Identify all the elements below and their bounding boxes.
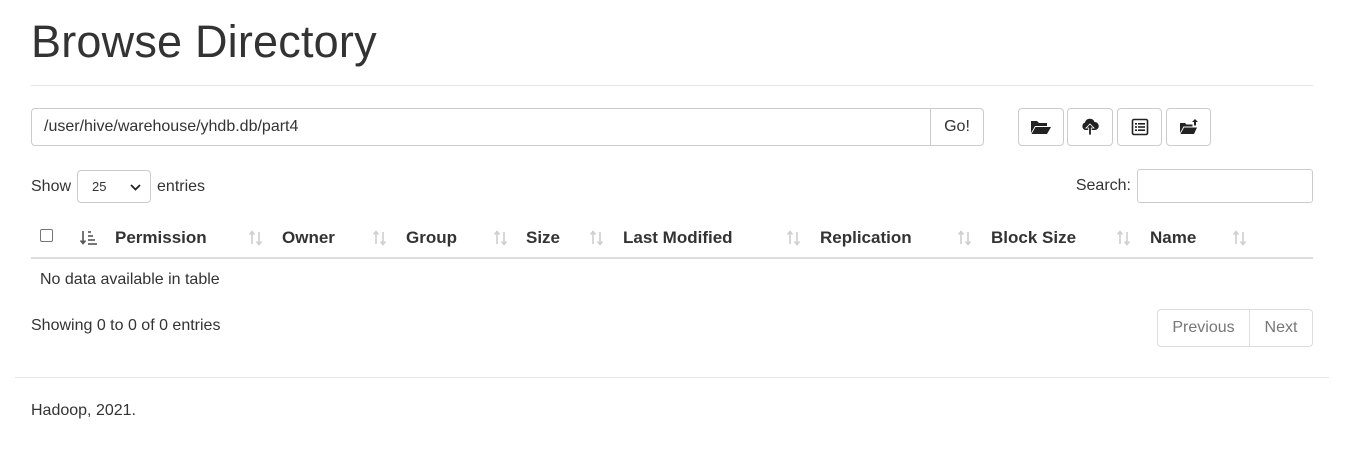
entries-label: entries	[157, 177, 206, 195]
path-bar: Go!	[31, 108, 984, 146]
sort-icon[interactable]	[957, 218, 973, 257]
column-header-last-modified[interactable]: Last Modified	[623, 218, 733, 257]
sort-icon[interactable]	[1232, 218, 1248, 257]
footer-text: Hadoop, 2021.	[31, 402, 136, 419]
column-header-replication[interactable]: Replication	[820, 218, 912, 257]
cloud-upload-icon	[1080, 118, 1100, 136]
column-header-owner[interactable]: Owner	[282, 218, 335, 257]
select-all-checkbox[interactable]	[40, 229, 53, 242]
search-input[interactable]	[1137, 169, 1313, 203]
search-label: Search:	[1075, 177, 1131, 194]
page-length-value: 25	[92, 179, 107, 194]
sort-icon[interactable]	[786, 218, 802, 257]
pagination: Previous Next	[1157, 309, 1313, 347]
previous-button[interactable]: Previous	[1157, 309, 1250, 347]
sort-icon[interactable]	[589, 218, 605, 257]
title-divider	[31, 85, 1313, 86]
page-title: Browse Directory	[31, 16, 377, 67]
sort-icon[interactable]	[1116, 218, 1132, 257]
folder-open-icon	[1030, 118, 1052, 136]
list-alt-icon	[1131, 118, 1149, 136]
page-length-control: Show 25 entries	[31, 170, 205, 203]
cut-paste-button[interactable]	[1117, 108, 1162, 146]
column-header-permission[interactable]: Permission	[115, 218, 207, 257]
table-empty-row: No data available in table	[31, 260, 1313, 300]
table-header: Permission Owner Group Size Last Modifie…	[31, 218, 1313, 259]
folder-upload-icon	[1179, 118, 1199, 136]
column-header-block-size[interactable]: Block Size	[991, 218, 1076, 257]
move-directory-button[interactable]	[1166, 108, 1211, 146]
sort-icon[interactable]	[248, 218, 264, 257]
sort-icon[interactable]	[493, 218, 509, 257]
create-directory-button[interactable]	[1018, 108, 1064, 146]
path-input[interactable]	[31, 108, 930, 146]
search-control: Search:	[1076, 169, 1313, 203]
upload-files-button[interactable]	[1067, 108, 1113, 146]
sort-asc-icon[interactable]	[80, 218, 98, 257]
column-header-size[interactable]: Size	[526, 218, 560, 257]
chevron-down-icon	[130, 179, 141, 194]
column-header-name[interactable]: Name	[1150, 218, 1196, 257]
sort-icon[interactable]	[372, 218, 388, 257]
empty-message: No data available in table	[40, 271, 220, 288]
show-label: Show	[31, 177, 72, 195]
go-button[interactable]: Go!	[930, 108, 984, 146]
table-info: Showing 0 to 0 of 0 entries	[31, 317, 221, 334]
page-length-select[interactable]: 25	[77, 170, 152, 203]
column-header-group[interactable]: Group	[406, 218, 457, 257]
next-button[interactable]: Next	[1250, 309, 1313, 347]
footer-divider	[15, 377, 1329, 378]
